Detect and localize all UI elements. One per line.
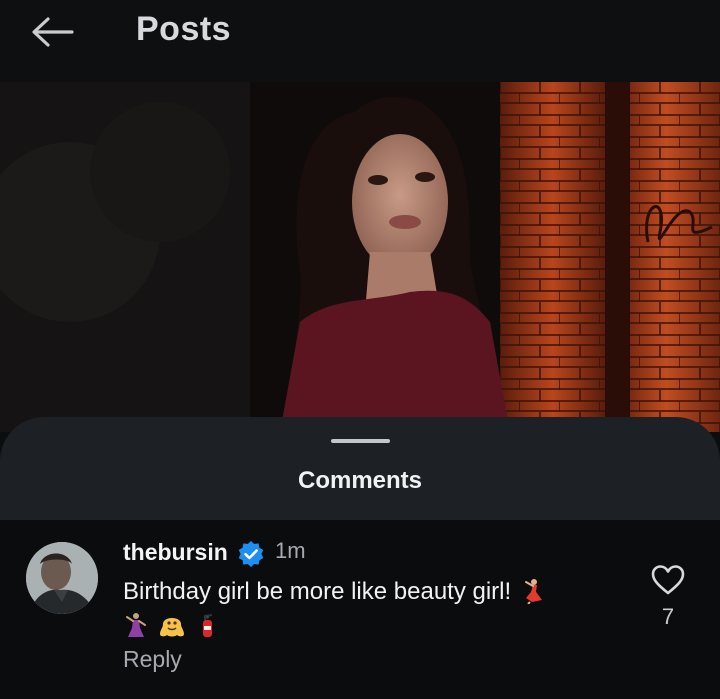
emoji-line	[123, 610, 593, 642]
comment-list: thebursin 1m Birthday girl be more like …	[0, 520, 720, 699]
fire-extinguisher-emoji-icon	[203, 614, 213, 637]
comment-time: 1m	[275, 538, 306, 563]
reply-button[interactable]: Reply	[123, 646, 182, 673]
heart-icon[interactable]	[650, 564, 686, 596]
verified-badge-icon	[238, 541, 264, 567]
melting-face-emoji-icon	[159, 618, 184, 637]
comment-body: Birthday girl be more like beauty girl!	[123, 576, 593, 642]
dancer-emoji-icon	[524, 579, 542, 604]
page-title: Posts	[136, 10, 232, 48]
like-count: 7	[661, 604, 675, 629]
top-bar: Posts	[0, 0, 720, 82]
post-photo	[0, 82, 720, 432]
arrow-left-icon[interactable]	[28, 14, 76, 50]
comment-username[interactable]: thebursin	[123, 539, 228, 566]
woman-dancing-emoji-icon	[126, 613, 146, 637]
avatar[interactable]	[26, 542, 98, 614]
comment-text: Birthday girl be more like beauty girl!	[123, 578, 512, 605]
drag-handle[interactable]	[331, 439, 390, 443]
sheet-title: Comments	[297, 467, 423, 494]
